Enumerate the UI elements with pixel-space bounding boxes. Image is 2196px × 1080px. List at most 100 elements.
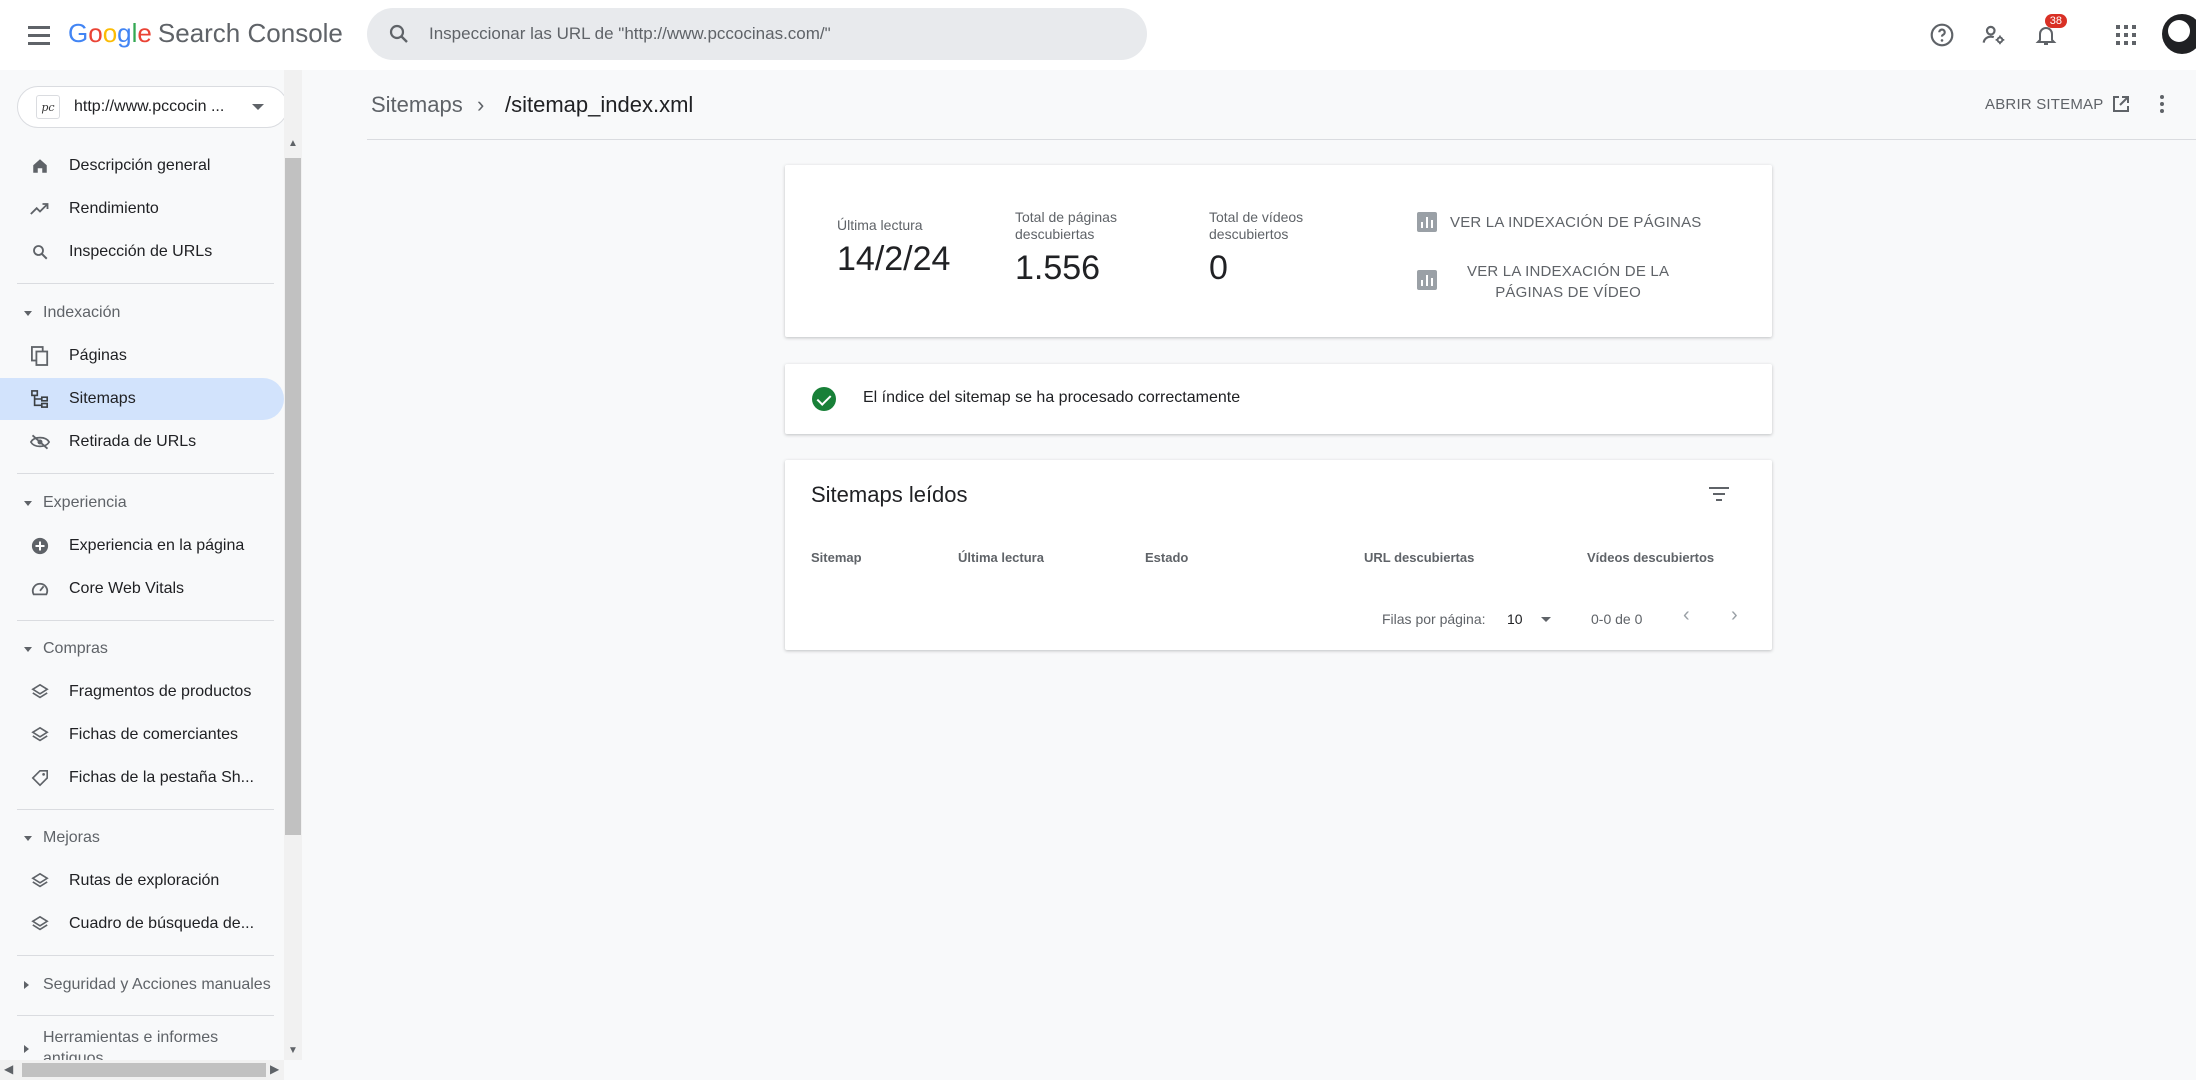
view-page-indexing-button[interactable]: VER LA INDEXACIÓN DE PÁGINAS bbox=[1417, 212, 1702, 233]
column-header-discovered-urls[interactable]: URL descubiertas bbox=[1364, 550, 1474, 565]
scrollbar-thumb[interactable] bbox=[285, 158, 301, 835]
status-message: El índice del sitemap se ha procesado co… bbox=[863, 389, 1241, 406]
account-avatar[interactable] bbox=[2162, 14, 2196, 54]
discovered-videos-value: 0 bbox=[1209, 249, 1228, 287]
bar-chart-icon bbox=[1417, 212, 1437, 232]
sidebar-item-label: Inspección de URLs bbox=[69, 243, 213, 260]
sidebar-item-merchant-listings[interactable]: Fichas de comerciantes bbox=[0, 714, 284, 756]
section-label: Mejoras bbox=[43, 829, 100, 846]
breadcrumb-parent-link[interactable]: Sitemaps bbox=[371, 92, 463, 118]
eye-off-icon bbox=[30, 432, 50, 452]
previous-page-button[interactable]: ‹ bbox=[1683, 604, 1690, 627]
open-sitemap-label: ABRIR SITEMAP bbox=[1985, 95, 2104, 113]
scroll-up-arrow[interactable]: ▲ bbox=[288, 138, 298, 149]
sidebar-item-label: Rutas de exploración bbox=[69, 872, 220, 889]
sitemaps-read-table: Sitemaps leídos Sitemap Última lectura E… bbox=[785, 460, 1772, 650]
sidebar-item-shopping-tab[interactable]: Fichas de la pestaña Sh... bbox=[0, 757, 284, 799]
label-line: VER LA INDEXACIÓN DE LA bbox=[1467, 263, 1670, 280]
sidebar-item-label: Fragmentos de productos bbox=[69, 683, 252, 700]
scrollbar-thumb[interactable] bbox=[22, 1063, 266, 1077]
search-console-logo[interactable]: Google Search Console bbox=[68, 18, 343, 49]
sidebar-vertical-scrollbar[interactable]: ▲ ▼ bbox=[284, 70, 302, 1060]
status-card: El índice del sitemap se ha procesado co… bbox=[785, 364, 1772, 434]
nav-divider bbox=[17, 473, 274, 474]
sidebar-item-url-inspection[interactable]: Inspección de URLs bbox=[0, 231, 284, 273]
more-options-icon[interactable] bbox=[2157, 92, 2167, 116]
last-read-value: 14/2/24 bbox=[837, 240, 951, 278]
sidebar-item-label: Cuadro de búsqueda de... bbox=[69, 915, 255, 932]
scroll-left-arrow[interactable]: ◀ bbox=[4, 1062, 13, 1076]
collapse-triangle-icon bbox=[24, 646, 32, 652]
sidebar-item-breadcrumbs[interactable]: Rutas de exploración bbox=[0, 860, 284, 902]
main-menu-button[interactable] bbox=[22, 20, 56, 50]
sidebar-horizontal-scrollbar[interactable]: ◀ ▶ bbox=[0, 1060, 284, 1080]
property-selector[interactable]: pc http://www.pccocin ... bbox=[17, 86, 288, 128]
scroll-down-arrow[interactable]: ▼ bbox=[288, 1045, 298, 1056]
sidebar-item-overview[interactable]: Descripción general bbox=[0, 145, 284, 187]
section-experience[interactable]: Experiencia bbox=[0, 485, 284, 521]
label-line: descubiertos bbox=[1209, 226, 1289, 242]
sidebar-item-sitelinks-searchbox[interactable]: Cuadro de búsqueda de... bbox=[0, 903, 284, 945]
logo-letter: G bbox=[68, 18, 89, 48]
logo-letter: g bbox=[117, 18, 132, 48]
sidebar-item-performance[interactable]: Rendimiento bbox=[0, 188, 284, 230]
section-indexing[interactable]: Indexación bbox=[0, 295, 284, 331]
view-video-indexing-label: VER LA INDEXACIÓN DE LA PÁGINAS DE VÍDEO bbox=[1467, 261, 1669, 303]
pages-copy-icon bbox=[30, 346, 50, 366]
help-icon[interactable] bbox=[1927, 20, 1957, 50]
label-line: descubiertas bbox=[1015, 226, 1095, 242]
filter-icon[interactable] bbox=[1707, 484, 1731, 504]
sidebar-item-core-web-vitals[interactable]: Core Web Vitals bbox=[0, 568, 284, 610]
label-line: Total de vídeos bbox=[1209, 209, 1304, 225]
notifications-icon[interactable]: 38 bbox=[2031, 14, 2067, 50]
search-input[interactable] bbox=[429, 24, 1109, 44]
url-inspection-search[interactable] bbox=[367, 8, 1147, 60]
discovered-pages-label: Total de páginas descubiertas bbox=[1015, 209, 1117, 243]
sidebar-item-product-snippets[interactable]: Fragmentos de productos bbox=[0, 671, 284, 713]
layers-icon bbox=[30, 871, 50, 891]
search-icon bbox=[389, 24, 408, 43]
column-header-status[interactable]: Estado bbox=[1145, 550, 1188, 565]
layers-icon bbox=[30, 914, 50, 934]
sidebar-item-label: Rendimiento bbox=[69, 200, 159, 217]
discovered-pages-value: 1.556 bbox=[1015, 249, 1101, 287]
logo-letter: o bbox=[102, 18, 118, 48]
discovered-videos-label: Total de vídeos descubiertos bbox=[1209, 209, 1303, 243]
next-page-button[interactable]: › bbox=[1731, 604, 1738, 627]
bar-chart-icon bbox=[1417, 270, 1437, 290]
logo-letter: o bbox=[88, 18, 103, 48]
section-label: Compras bbox=[43, 640, 108, 657]
last-read-stat: Última lectura 14/2/24 bbox=[837, 217, 950, 279]
top-header: Google Search Console 38 bbox=[0, 0, 2196, 70]
sidebar-item-label: Retirada de URLs bbox=[69, 433, 197, 450]
google-wordmark: Google bbox=[68, 18, 152, 49]
section-enhancements[interactable]: Mejoras bbox=[0, 820, 284, 856]
sidebar-item-pages[interactable]: Páginas bbox=[0, 335, 284, 377]
column-header-sitemap[interactable]: Sitemap bbox=[811, 550, 862, 565]
chevron-down-icon bbox=[252, 104, 264, 110]
manage-users-icon[interactable] bbox=[1979, 20, 2009, 50]
tag-icon bbox=[30, 768, 50, 788]
apps-grid-icon[interactable] bbox=[2111, 20, 2141, 50]
sidebar-item-label: Páginas bbox=[69, 347, 127, 364]
home-icon bbox=[30, 156, 50, 176]
sidebar-item-page-experience[interactable]: Experiencia en la página bbox=[0, 525, 284, 567]
section-shopping[interactable]: Compras bbox=[0, 631, 284, 667]
column-header-discovered-videos[interactable]: Vídeos descubiertos bbox=[1587, 550, 1714, 565]
section-label: Experiencia bbox=[43, 494, 127, 511]
section-security[interactable]: Seguridad y Acciones manuales bbox=[0, 967, 284, 1003]
scroll-right-arrow[interactable]: ▶ bbox=[270, 1062, 279, 1076]
column-header-last-read[interactable]: Última lectura bbox=[958, 550, 1044, 565]
property-favicon: pc bbox=[36, 95, 60, 119]
view-video-indexing-button[interactable]: VER LA INDEXACIÓN DE LA PÁGINAS DE VÍDEO bbox=[1417, 261, 1669, 303]
last-read-label: Última lectura bbox=[837, 217, 923, 233]
discovered-videos-stat: Total de vídeos descubiertos 0 bbox=[1209, 209, 1303, 288]
open-sitemap-button[interactable]: ABRIR SITEMAP bbox=[1985, 94, 2131, 114]
sidebar-item-sitemaps[interactable]: Sitemaps bbox=[0, 378, 284, 420]
expand-triangle-icon bbox=[24, 1045, 29, 1053]
rows-per-page-select[interactable]: 10 bbox=[1507, 611, 1551, 627]
sidebar-item-removals[interactable]: Retirada de URLs bbox=[0, 421, 284, 463]
search-icon bbox=[30, 242, 50, 262]
logo-letter: e bbox=[137, 18, 152, 48]
discovered-pages-stat: Total de páginas descubiertas 1.556 bbox=[1015, 209, 1117, 288]
